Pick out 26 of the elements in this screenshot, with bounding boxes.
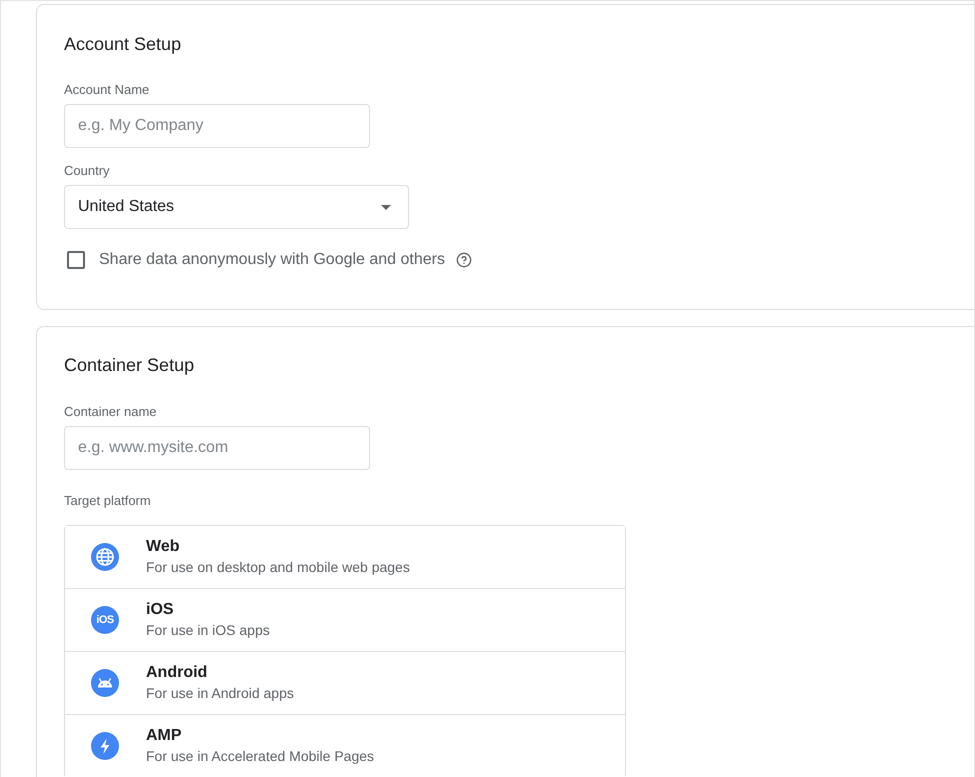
platform-description: For use on desktop and mobile web pages: [146, 558, 410, 577]
globe-icon: [91, 543, 119, 571]
platform-name: iOS: [146, 600, 175, 620]
account-name-field[interactable]: e.g. My Company: [64, 104, 370, 148]
android-robot-icon: [91, 669, 119, 697]
help-icon[interactable]: [456, 252, 472, 268]
platform-description: For use in Android apps: [146, 684, 294, 703]
checkbox-label: Share data anonymously with Google and others: [99, 250, 445, 270]
platform-name: AMP: [146, 726, 183, 746]
checkbox[interactable]: [67, 251, 85, 269]
platform-option[interactable]: Web For use on desktop and mobile web pages: [65, 526, 625, 589]
field-label: Country: [64, 163, 110, 179]
platform-name: Web: [146, 537, 180, 557]
platform-description: For use in iOS apps: [146, 621, 270, 640]
ios-logo-icon: iOS: [91, 606, 119, 634]
section-title: Container Setup: [64, 354, 194, 377]
field-label: Container name: [64, 404, 156, 420]
lightning-bolt-icon: [91, 732, 119, 760]
platform-description: For use in Accelerated Mobile Pages: [146, 747, 374, 766]
caret-down-icon: [381, 204, 391, 210]
container-name-field[interactable]: e.g. www.mysite.com: [64, 426, 370, 470]
section-title: Account Setup: [64, 33, 182, 56]
country-select[interactable]: United States: [64, 185, 409, 229]
field-label: Target platform: [64, 493, 151, 509]
field-label: Account Name: [64, 82, 150, 98]
platform-name: Android: [146, 663, 208, 683]
